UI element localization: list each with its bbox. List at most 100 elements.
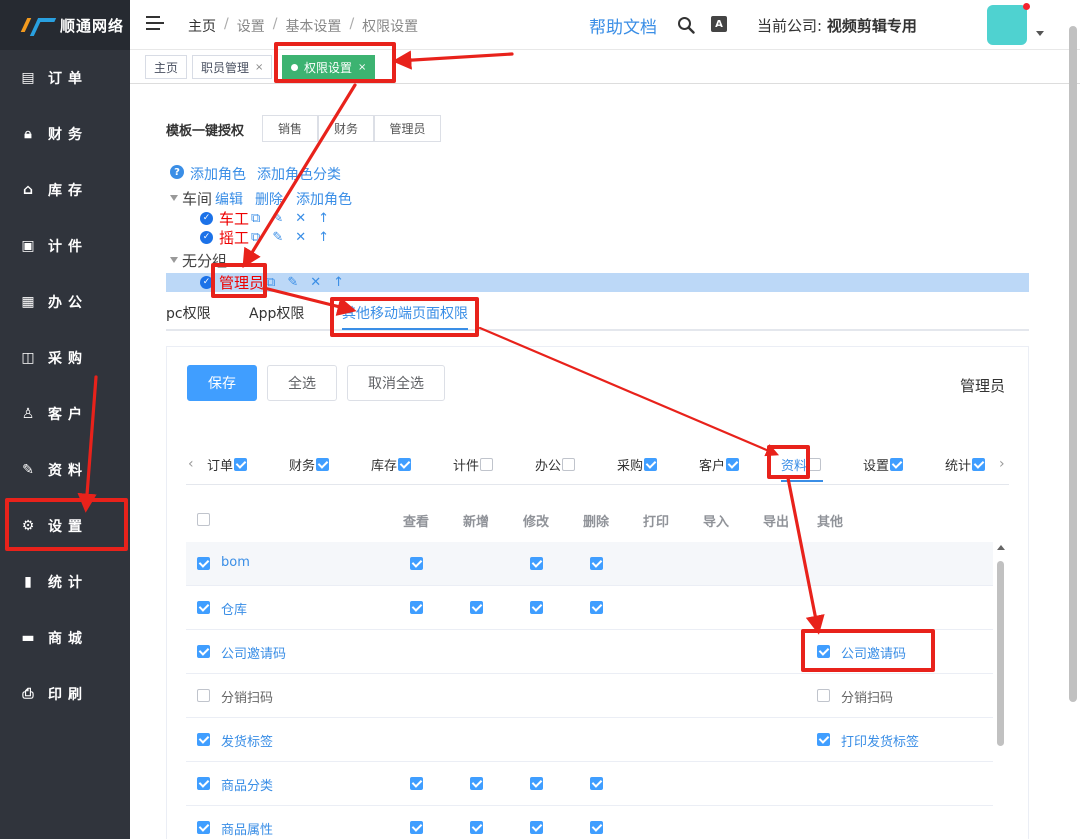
tab-app-permissions[interactable]: App权限 xyxy=(249,303,304,323)
add-role-category-link[interactable]: 添加角色分类 xyxy=(257,164,341,184)
page-scrollbar-thumb[interactable] xyxy=(1069,26,1077,702)
category-tab[interactable]: 办公 xyxy=(535,455,576,474)
caret-down-icon[interactable] xyxy=(170,257,178,263)
sidebar-item[interactable]: ▤ 订单 xyxy=(0,50,130,106)
category-tab[interactable]: 订单 xyxy=(207,455,248,474)
avatar[interactable] xyxy=(987,3,1030,45)
copy-icon[interactable]: ⧉ xyxy=(251,211,260,226)
permission-checkbox[interactable] xyxy=(530,600,543,615)
edit-icon[interactable]: ✎ xyxy=(272,211,283,226)
permission-checkbox[interactable] xyxy=(530,776,543,791)
close-icon[interactable]: × xyxy=(255,62,263,73)
permission-checkbox[interactable] xyxy=(590,600,603,615)
category-checkbox[interactable] xyxy=(562,458,576,471)
sidebar-item[interactable]: ◫ 采购 xyxy=(0,330,130,386)
breadcrumb-item[interactable]: 主页 xyxy=(188,16,216,36)
permission-checkbox[interactable] xyxy=(410,776,423,791)
permission-checkbox[interactable] xyxy=(410,820,423,835)
permission-checkbox[interactable] xyxy=(470,776,483,791)
row-checkbox[interactable] xyxy=(197,776,210,791)
sidebar-item[interactable]: ▣ 计件 xyxy=(0,218,130,274)
category-tab[interactable]: 设置 xyxy=(863,455,904,474)
select-all-rows-checkbox[interactable] xyxy=(197,512,210,527)
chevron-left-icon[interactable]: ‹ xyxy=(188,456,194,472)
permission-checkbox[interactable] xyxy=(590,776,603,791)
save-button[interactable]: 保存 xyxy=(187,365,257,401)
permission-checkbox[interactable] xyxy=(410,556,423,571)
category-checkbox[interactable] xyxy=(890,458,904,471)
sidebar-item[interactable]: 🔒︎ 财务 xyxy=(0,106,130,162)
group-delete-link[interactable]: 删除 xyxy=(255,189,283,209)
permission-checkbox[interactable] xyxy=(530,556,543,571)
copy-icon[interactable]: ⧉ xyxy=(266,275,275,290)
menu-toggle-icon[interactable] xyxy=(146,15,164,31)
row-checkbox[interactable] xyxy=(197,732,210,747)
category-checkbox[interactable] xyxy=(726,458,740,471)
category-tab[interactable]: 计件 xyxy=(453,455,494,474)
category-tab[interactable]: 客户 xyxy=(699,455,740,474)
category-tab[interactable]: 财务 xyxy=(289,455,330,474)
category-checkbox[interactable] xyxy=(644,458,658,471)
deselect-all-button[interactable]: 取消全选 xyxy=(347,365,445,401)
role-item[interactable]: ✓ 摇工 ⧉ ✎ ✕ ↑ xyxy=(200,227,329,247)
other-permission-checkbox[interactable] xyxy=(817,688,830,703)
permission-checkbox[interactable] xyxy=(410,600,423,615)
permission-checkbox[interactable] xyxy=(590,556,603,571)
delete-icon[interactable]: ✕ xyxy=(310,275,321,290)
permission-checkbox[interactable] xyxy=(470,600,483,615)
template-finance-button[interactable]: 财务 xyxy=(318,115,374,142)
edit-icon[interactable]: ✎ xyxy=(287,275,298,290)
translate-icon[interactable]: A xyxy=(711,16,727,32)
sidebar-item[interactable]: ▮ 统计 xyxy=(0,554,130,610)
template-sales-button[interactable]: 销售 xyxy=(262,115,318,142)
tab-pc-permissions[interactable]: pc权限 xyxy=(166,303,211,323)
scroll-up-icon[interactable] xyxy=(997,545,1005,550)
category-tab[interactable]: 库存 xyxy=(371,455,412,474)
breadcrumb-item: 权限设置 xyxy=(362,19,419,35)
arrow-up-icon[interactable]: ↑ xyxy=(333,275,344,290)
row-checkbox[interactable] xyxy=(197,688,210,703)
category-checkbox[interactable] xyxy=(480,458,494,471)
tab-home[interactable]: 主页 xyxy=(145,55,188,79)
group-edit-link[interactable]: 编辑 xyxy=(215,189,243,209)
category-checkbox[interactable] xyxy=(972,458,986,471)
table-scrollbar-thumb[interactable] xyxy=(997,561,1004,746)
permission-checkbox[interactable] xyxy=(530,820,543,835)
permission-checkbox[interactable] xyxy=(590,820,603,835)
sidebar-item[interactable]: ⌂ 库存 xyxy=(0,162,130,218)
category-tab[interactable]: 采购 xyxy=(617,455,658,474)
arrow-up-icon[interactable]: ↑ xyxy=(318,211,329,226)
category-checkbox[interactable] xyxy=(234,458,248,471)
permission-checkbox[interactable] xyxy=(470,820,483,835)
arrow-up-icon[interactable]: ↑ xyxy=(318,230,329,245)
caret-down-icon[interactable] xyxy=(170,195,178,201)
copy-icon[interactable]: ⧉ xyxy=(251,230,260,245)
sidebar-item[interactable]: ✎ 资料 xyxy=(0,442,130,498)
search-icon[interactable] xyxy=(677,16,695,34)
help-docs-link[interactable]: 帮助文档 xyxy=(589,13,657,38)
chevron-down-icon[interactable] xyxy=(1036,31,1044,36)
add-role-link[interactable]: 添加角色 xyxy=(190,164,246,184)
category-checkbox[interactable] xyxy=(316,458,330,471)
row-checkbox[interactable] xyxy=(197,820,210,835)
row-checkbox[interactable] xyxy=(197,556,210,571)
row-checkbox[interactable] xyxy=(197,600,210,615)
category-checkbox[interactable] xyxy=(398,458,412,471)
delete-icon[interactable]: ✕ xyxy=(295,211,306,226)
delete-icon[interactable]: ✕ xyxy=(295,230,306,245)
sidebar-item[interactable]: ▬ 商城 xyxy=(0,610,130,666)
category-tab[interactable]: 统计 xyxy=(945,455,986,474)
sidebar-item[interactable]: ♙ 客户 xyxy=(0,386,130,442)
template-admin-button[interactable]: 管理员 xyxy=(374,115,441,142)
sidebar-item[interactable]: ▦ 办公 xyxy=(0,274,130,330)
row-checkbox[interactable] xyxy=(197,644,210,659)
select-all-button[interactable]: 全选 xyxy=(267,365,337,401)
breadcrumb-item: 基本设置 xyxy=(285,19,342,35)
edit-icon[interactable]: ✎ xyxy=(272,230,283,245)
sidebar-item[interactable]: ⎙ 印刷 xyxy=(0,666,130,722)
tab-staff-management[interactable]: 职员管理 × xyxy=(192,55,273,79)
other-permission-checkbox[interactable] xyxy=(817,732,830,747)
group-add-role-link[interactable]: 添加角色 xyxy=(296,189,352,209)
role-item[interactable]: ✓ 车工 ⧉ ✎ ✕ ↑ xyxy=(200,208,329,228)
chevron-right-icon[interactable]: › xyxy=(999,456,1005,472)
